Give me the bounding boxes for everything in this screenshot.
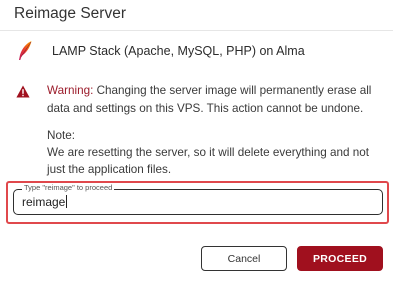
warning-body: Changing the server image will permanent… xyxy=(47,84,372,115)
confirm-field-value: reimage xyxy=(22,195,66,209)
warning-label: Warning: xyxy=(47,84,94,97)
text-caret xyxy=(66,195,68,208)
title-divider xyxy=(0,30,393,31)
note-heading: Note: xyxy=(47,129,75,142)
apache-feather-icon xyxy=(16,40,34,62)
selected-image-row: LAMP Stack (Apache, MySQL, PHP) on Alma xyxy=(16,40,305,62)
dialog-title: Reimage Server xyxy=(14,5,126,22)
proceed-button[interactable]: PROCEED xyxy=(297,246,383,271)
reimage-server-dialog: Reimage Server LAMP Stack (Apache, MySQL… xyxy=(0,0,393,286)
note-block: Note: We are resetting the server, so it… xyxy=(47,127,382,178)
cancel-button[interactable]: Cancel xyxy=(201,246,287,271)
note-text: We are resetting the server, so it will … xyxy=(47,146,370,176)
image-name: LAMP Stack (Apache, MySQL, PHP) on Alma xyxy=(52,44,305,58)
warning-message: Warning: Changing the server image will … xyxy=(47,82,382,118)
warning-triangle-icon xyxy=(16,85,30,98)
confirm-field-label: Type "reimage" to proceed xyxy=(22,183,115,193)
confirm-field-value-wrap[interactable]: reimage xyxy=(22,195,68,210)
